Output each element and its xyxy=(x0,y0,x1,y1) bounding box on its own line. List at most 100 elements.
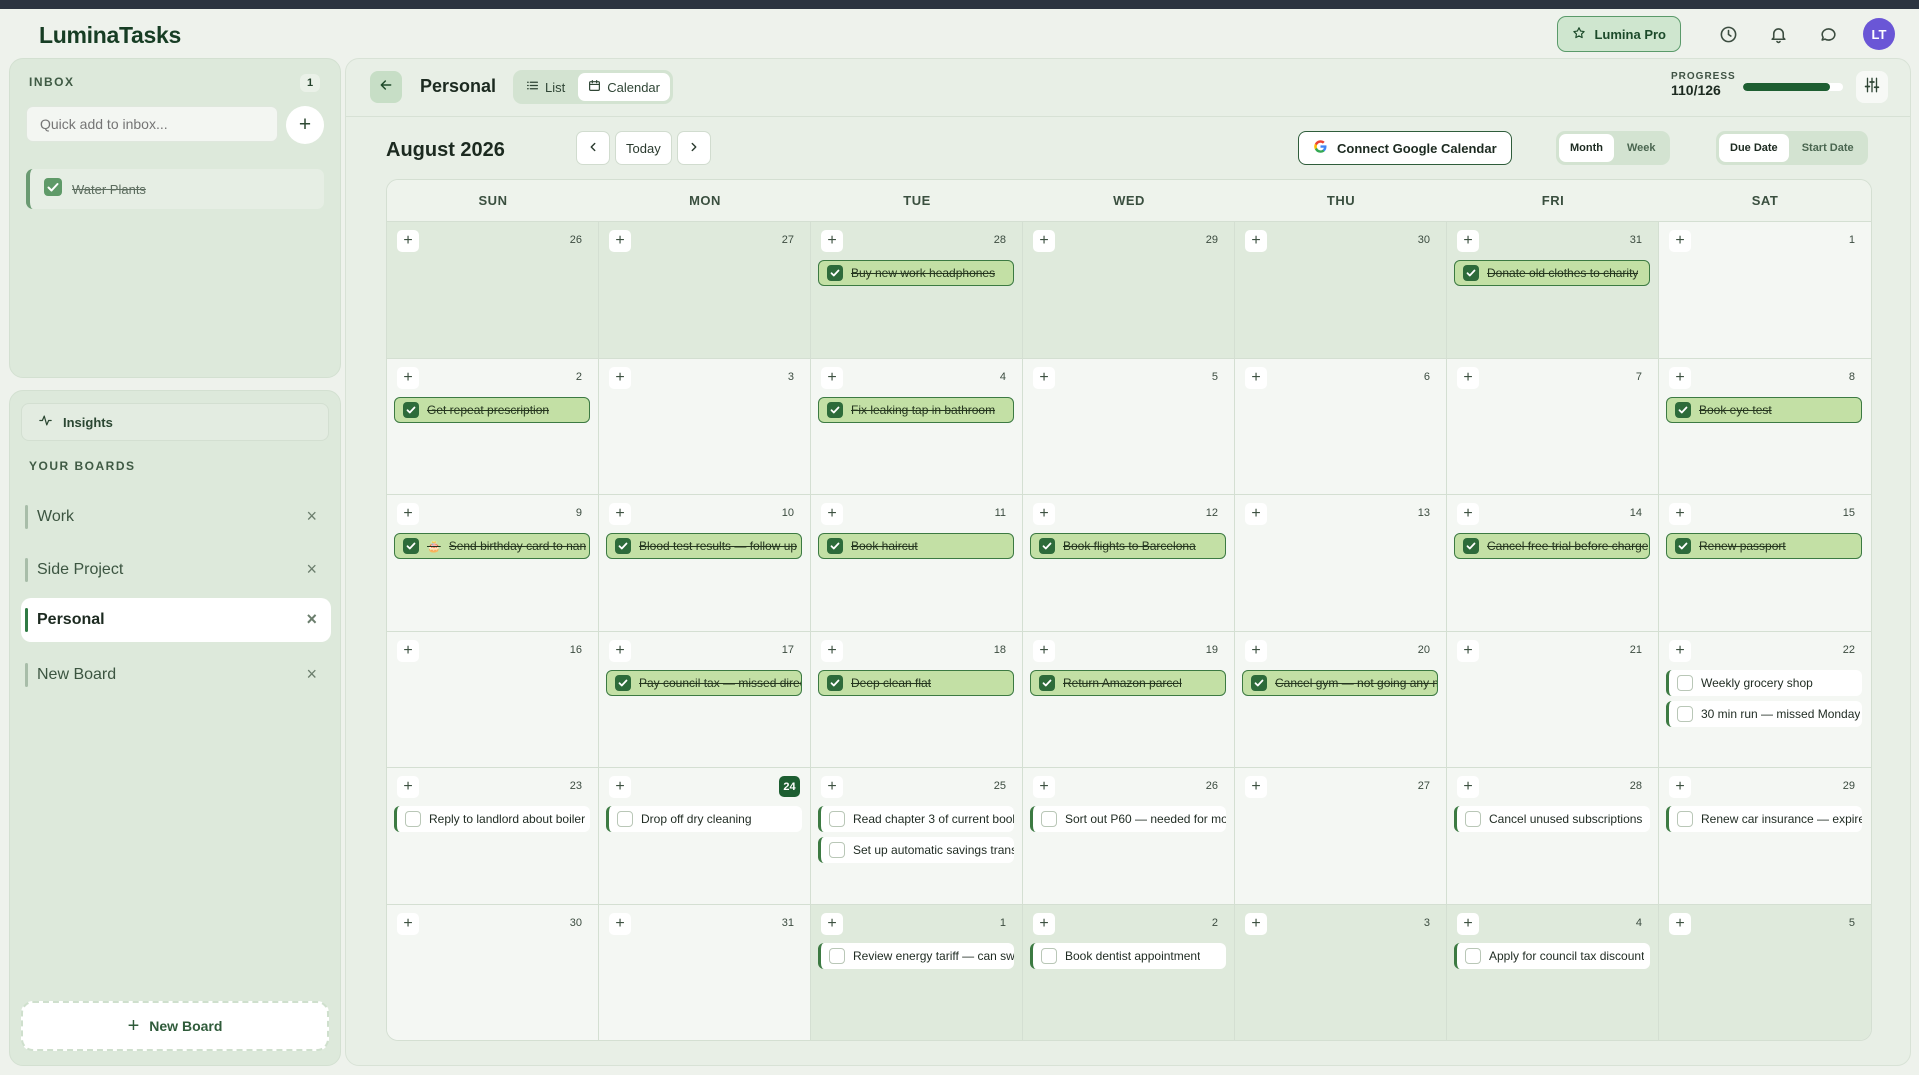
chat-icon[interactable] xyxy=(1816,22,1840,46)
checkbox-checked-icon[interactable] xyxy=(1675,538,1691,555)
task-chip[interactable]: Reply to landlord about boiler xyxy=(394,806,590,833)
add-task-icon[interactable]: + xyxy=(1669,776,1691,799)
add-task-icon[interactable]: + xyxy=(397,366,419,389)
task-chip[interactable]: Get repeat prescription xyxy=(394,396,590,423)
checkbox-icon[interactable] xyxy=(1041,947,1057,964)
add-task-icon[interactable]: + xyxy=(1033,366,1055,389)
close-icon[interactable]: × xyxy=(306,664,317,685)
calendar-day[interactable]: +10 Blood test results — follow up xyxy=(599,495,811,632)
close-icon[interactable]: × xyxy=(306,559,317,580)
add-task-icon[interactable]: + xyxy=(1669,912,1691,935)
calendar-day[interactable]: +29 Renew car insurance — expires soon xyxy=(1659,768,1871,905)
add-task-icon[interactable]: + xyxy=(1669,230,1691,252)
calendar-day[interactable]: +4 Fix leaking tap in bathroom xyxy=(811,358,1023,496)
calendar-day[interactable]: +23 Reply to landlord about boiler xyxy=(387,768,599,905)
add-task-icon[interactable]: + xyxy=(1033,912,1055,935)
sidebar-item-side-project[interactable]: Side Project × xyxy=(21,548,331,592)
history-icon[interactable] xyxy=(1716,22,1740,46)
task-chip[interactable]: Set up automatic savings transfer xyxy=(818,837,1014,864)
add-task-icon[interactable]: + xyxy=(821,503,843,526)
sidebar-item-personal[interactable]: Personal × xyxy=(21,598,331,642)
add-task-icon[interactable]: + xyxy=(609,366,631,389)
calendar-day[interactable]: +19 Return Amazon parcel xyxy=(1023,631,1235,769)
calendar-day[interactable]: +13 xyxy=(1235,495,1447,632)
add-task-icon[interactable]: + xyxy=(821,912,843,935)
add-task-icon[interactable]: + xyxy=(1669,366,1691,389)
calendar-day[interactable]: +26 xyxy=(387,222,599,359)
checkbox-icon[interactable] xyxy=(1677,811,1693,828)
calendar-day[interactable]: +16 xyxy=(387,631,599,769)
checkbox-checked-icon[interactable] xyxy=(1039,674,1055,691)
add-task-icon[interactable]: + xyxy=(1245,366,1267,389)
task-chip[interactable]: Cancel free trial before charge xyxy=(1454,533,1650,560)
checkbox-icon[interactable] xyxy=(829,842,845,859)
calendar-day[interactable]: +3 xyxy=(1235,904,1447,1040)
task-chip[interactable]: Cancel unused subscriptions xyxy=(1454,806,1650,833)
calendar-day[interactable]: +24 Drop off dry cleaning xyxy=(599,768,811,905)
add-task-icon[interactable]: + xyxy=(397,230,419,252)
bell-icon[interactable] xyxy=(1766,22,1790,46)
checkbox-checked-icon[interactable] xyxy=(1251,674,1267,691)
checkbox-icon[interactable] xyxy=(829,811,845,828)
calendar-day[interactable]: +1 xyxy=(1659,222,1871,359)
task-chip[interactable]: Weekly grocery shop xyxy=(1666,669,1862,696)
checkbox-checked-icon[interactable] xyxy=(827,401,843,418)
task-chip[interactable]: Book dentist appointment xyxy=(1030,942,1226,969)
checkbox-checked-icon[interactable] xyxy=(827,674,843,691)
calendar-day[interactable]: +11 Book haircut xyxy=(811,495,1023,632)
due-date-button[interactable]: Due Date xyxy=(1719,134,1789,162)
add-task-icon[interactable]: + xyxy=(609,912,631,935)
calendar-day[interactable]: +7 xyxy=(1447,358,1659,496)
task-chip[interactable]: Cancel gym — not going any more xyxy=(1242,669,1438,696)
task-chip[interactable]: Renew car insurance — expires soon xyxy=(1666,806,1862,833)
checkbox-icon[interactable] xyxy=(1041,811,1057,828)
add-task-icon[interactable]: + xyxy=(1033,503,1055,526)
calendar-day[interactable]: +31 xyxy=(599,904,811,1040)
checkbox-checked-icon[interactable] xyxy=(827,265,843,281)
checkbox-checked-icon[interactable] xyxy=(1463,265,1479,281)
task-chip[interactable]: 🎂 Send birthday card to nan xyxy=(394,533,590,560)
close-icon[interactable]: × xyxy=(306,506,317,527)
add-task-icon[interactable]: + xyxy=(1457,366,1479,389)
calendar-day[interactable]: +26 Sort out P60 — needed for mortgage xyxy=(1023,768,1235,905)
checkbox-icon[interactable] xyxy=(405,811,421,828)
add-task-icon[interactable]: + xyxy=(1457,503,1479,526)
task-chip[interactable]: Deep clean flat xyxy=(818,669,1014,696)
month-view-button[interactable]: Month xyxy=(1559,134,1614,162)
calendar-day[interactable]: +5 xyxy=(1659,904,1871,1040)
checkbox-checked-icon[interactable] xyxy=(44,177,62,201)
calendar-day[interactable]: +2 Book dentist appointment xyxy=(1023,904,1235,1040)
task-chip[interactable]: 30 min run — missed Monday xyxy=(1666,700,1862,727)
task-chip[interactable]: Return Amazon parcel xyxy=(1030,669,1226,696)
sidebar-item-new-board[interactable]: New Board × xyxy=(21,653,331,697)
add-task-icon[interactable]: + xyxy=(609,503,631,526)
add-task-icon[interactable]: + xyxy=(1245,912,1267,935)
add-task-icon[interactable]: + xyxy=(821,776,843,799)
task-chip[interactable]: Blood test results — follow up xyxy=(606,533,802,560)
add-task-icon[interactable]: + xyxy=(1457,776,1479,799)
add-task-icon[interactable]: + xyxy=(1457,230,1479,252)
sidebar-item-work[interactable]: Work × xyxy=(21,495,331,539)
add-task-icon[interactable]: + xyxy=(1669,639,1691,662)
calendar-day[interactable]: +27 xyxy=(1235,768,1447,905)
checkbox-icon[interactable] xyxy=(1677,674,1693,691)
calendar-day[interactable]: +9 🎂 Send birthday card to nan xyxy=(387,495,599,632)
checkbox-checked-icon[interactable] xyxy=(1039,538,1055,555)
checkbox-icon[interactable] xyxy=(1465,811,1481,828)
checkbox-checked-icon[interactable] xyxy=(615,538,631,555)
close-icon[interactable]: × xyxy=(306,609,317,630)
task-chip[interactable]: Pay council tax — missed direct debit xyxy=(606,669,802,696)
add-task-icon[interactable]: + xyxy=(397,503,419,526)
start-date-button[interactable]: Start Date xyxy=(1791,134,1865,162)
calendar-day[interactable]: +30 xyxy=(1235,222,1447,359)
checkbox-checked-icon[interactable] xyxy=(827,538,843,555)
filter-settings-button[interactable] xyxy=(1856,71,1888,103)
checkbox-checked-icon[interactable] xyxy=(1675,401,1691,418)
add-task-icon[interactable]: + xyxy=(1033,639,1055,662)
checkbox-icon[interactable] xyxy=(829,947,845,964)
task-chip[interactable]: Book haircut xyxy=(818,533,1014,560)
checkbox-icon[interactable] xyxy=(1677,705,1693,722)
task-chip[interactable]: Book flights to Barcelona xyxy=(1030,533,1226,560)
prev-month-button[interactable] xyxy=(576,131,610,165)
calendar-day[interactable]: +21 xyxy=(1447,631,1659,769)
